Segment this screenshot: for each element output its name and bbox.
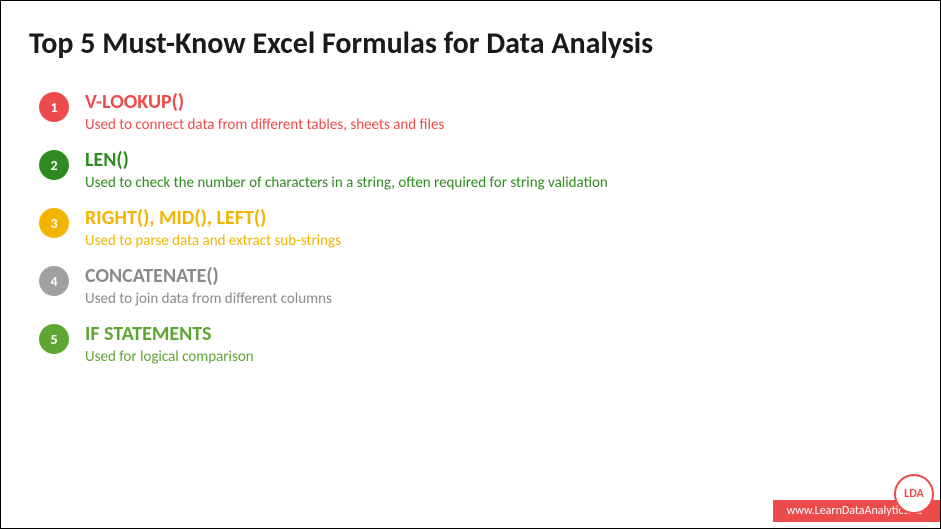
page-title: Top 5 Must-Know Excel Formulas for Data … xyxy=(29,25,912,62)
formula-list: 1 V-LOOKUP() Used to connect data from d… xyxy=(39,90,912,366)
rank-badge: 2 xyxy=(39,150,69,180)
formula-desc: Used for logical comparison xyxy=(85,348,254,366)
formula-heading: LEN() xyxy=(85,148,608,172)
list-item: 1 V-LOOKUP() Used to connect data from d… xyxy=(39,90,912,134)
formula-desc: Used to parse data and extract sub-strin… xyxy=(85,232,341,250)
list-item: 3 RIGHT(), MID(), LEFT() Used to parse d… xyxy=(39,206,912,250)
formula-desc: Used to join data from different columns xyxy=(85,290,332,308)
list-item: 5 IF STATEMENTS Used for logical compari… xyxy=(39,322,912,366)
rank-badge: 5 xyxy=(39,324,69,354)
formula-heading: CONCATENATE() xyxy=(85,264,332,288)
rank-badge: 4 xyxy=(39,266,69,296)
rank-badge: 3 xyxy=(39,208,69,238)
formula-desc: Used to connect data from different tabl… xyxy=(85,116,444,134)
formula-heading: V-LOOKUP() xyxy=(85,90,444,114)
formula-heading: IF STATEMENTS xyxy=(85,322,254,346)
list-item: 4 CONCATENATE() Used to join data from d… xyxy=(39,264,912,308)
list-item: 2 LEN() Used to check the number of char… xyxy=(39,148,912,192)
formula-desc: Used to check the number of characters i… xyxy=(85,174,608,192)
logo-badge: LDA xyxy=(894,474,934,514)
formula-heading: RIGHT(), MID(), LEFT() xyxy=(85,206,341,230)
rank-badge: 1 xyxy=(39,92,69,122)
